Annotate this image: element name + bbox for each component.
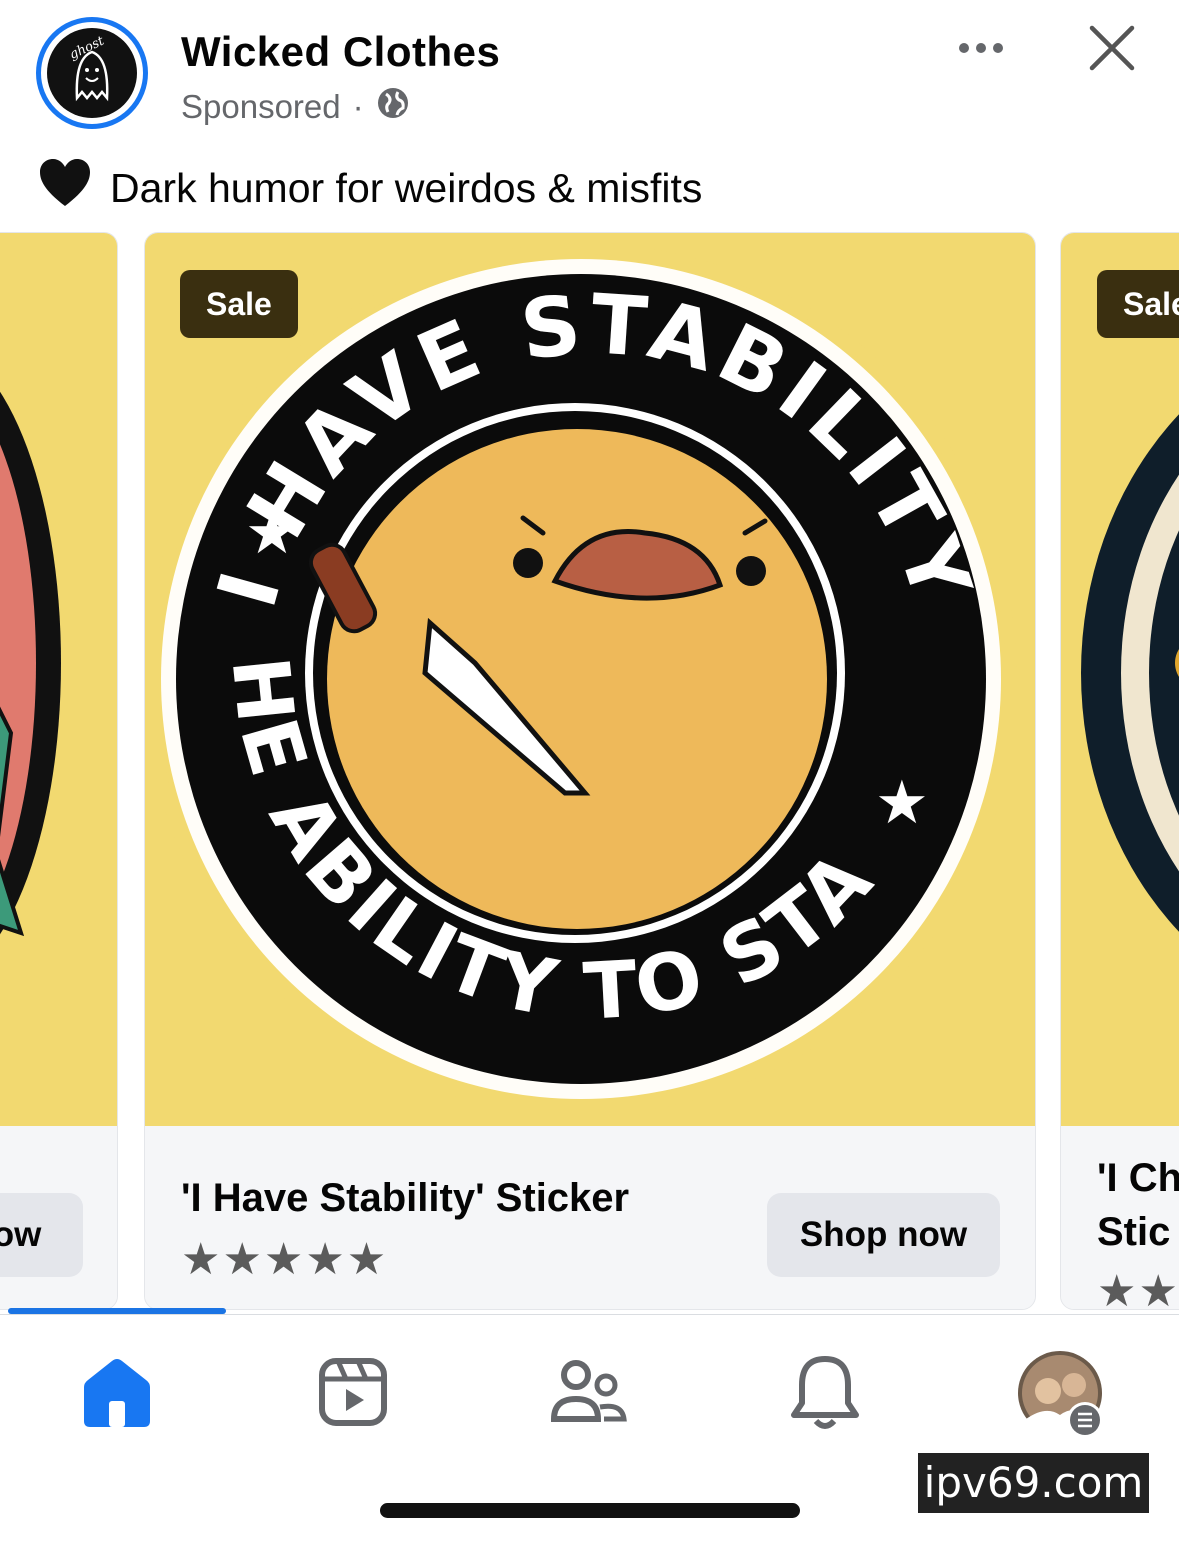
product-carousel[interactable]: ow xyxy=(0,232,1179,1310)
carousel-card-previous[interactable]: ow xyxy=(0,232,118,1310)
bottom-tab-bar xyxy=(0,1314,1179,1465)
close-icon xyxy=(1089,25,1135,71)
friends-icon xyxy=(550,1360,627,1422)
rating-stars: ★★ xyxy=(1097,1267,1179,1310)
product-title-line2[interactable]: Stic xyxy=(1097,1210,1170,1255)
carousel-card-next[interactable]: Sale 'I Ch Stic ★★ xyxy=(1060,232,1179,1310)
shop-now-button[interactable]: ow xyxy=(0,1193,83,1277)
card-footer: 'I Ch Stic ★★ xyxy=(1061,1126,1179,1310)
star-icon: ★ xyxy=(875,768,929,838)
more-horizontal-icon xyxy=(959,43,1003,53)
ghost-logo: ghost xyxy=(47,28,137,118)
product-image[interactable]: ★ ★ I HAVE STABILITY THE ABILITY TO STAB… xyxy=(145,233,1035,1126)
tab-video[interactable] xyxy=(308,1349,398,1439)
post-header: ghost Wicked Clothes Sponsored · Dark hu… xyxy=(0,0,1179,211)
profile-avatar xyxy=(1018,1351,1103,1438)
separator: · xyxy=(352,88,364,125)
close-button[interactable] xyxy=(1082,18,1144,80)
product-title[interactable]: 'I Have Stability' Sticker xyxy=(181,1176,629,1221)
sponsored-label: Sponsored xyxy=(181,88,341,125)
card-footer: 'I Have Stability' Sticker ★★★★★ Shop no… xyxy=(145,1126,1035,1309)
watermark: ipv69.com xyxy=(918,1453,1149,1513)
more-options-button[interactable] xyxy=(950,26,1012,70)
shop-now-button[interactable]: Shop now xyxy=(767,1193,1000,1277)
post-caption: Dark humor for weirdos & misfits xyxy=(38,158,702,218)
page-avatar[interactable]: ghost xyxy=(36,17,148,129)
home-indicator xyxy=(380,1503,800,1518)
caption-text: Dark humor for weirdos & misfits xyxy=(110,164,703,211)
sponsored-row: Sponsored · xyxy=(181,86,410,128)
bell-icon xyxy=(791,1356,859,1429)
product-title-line1[interactable]: 'I Ch xyxy=(1097,1156,1179,1201)
tab-notifications[interactable] xyxy=(780,1349,870,1439)
tab-friends[interactable] xyxy=(544,1349,634,1439)
sticker-illustration: ★ ★ I HAVE STABILITY THE ABILITY TO STAB xyxy=(145,233,1017,1115)
tab-profile-menu[interactable] xyxy=(1016,1349,1108,1441)
video-icon xyxy=(319,1358,387,1426)
tab-home[interactable] xyxy=(72,1349,162,1439)
product-image[interactable] xyxy=(0,233,117,1126)
black-heart-icon xyxy=(38,158,92,218)
sale-badge: Sale xyxy=(180,270,298,338)
carousel-card-current[interactable]: ★ ★ I HAVE STABILITY THE ABILITY TO STAB… xyxy=(144,232,1036,1310)
card-footer: ow xyxy=(0,1126,117,1309)
rating-stars: ★★★★★ xyxy=(181,1235,389,1284)
globe-icon xyxy=(376,86,410,128)
product-image[interactable]: Sale xyxy=(1061,233,1179,1126)
home-icon xyxy=(84,1359,150,1427)
sale-badge: Sale xyxy=(1097,270,1179,338)
page-name[interactable]: Wicked Clothes xyxy=(181,28,500,76)
